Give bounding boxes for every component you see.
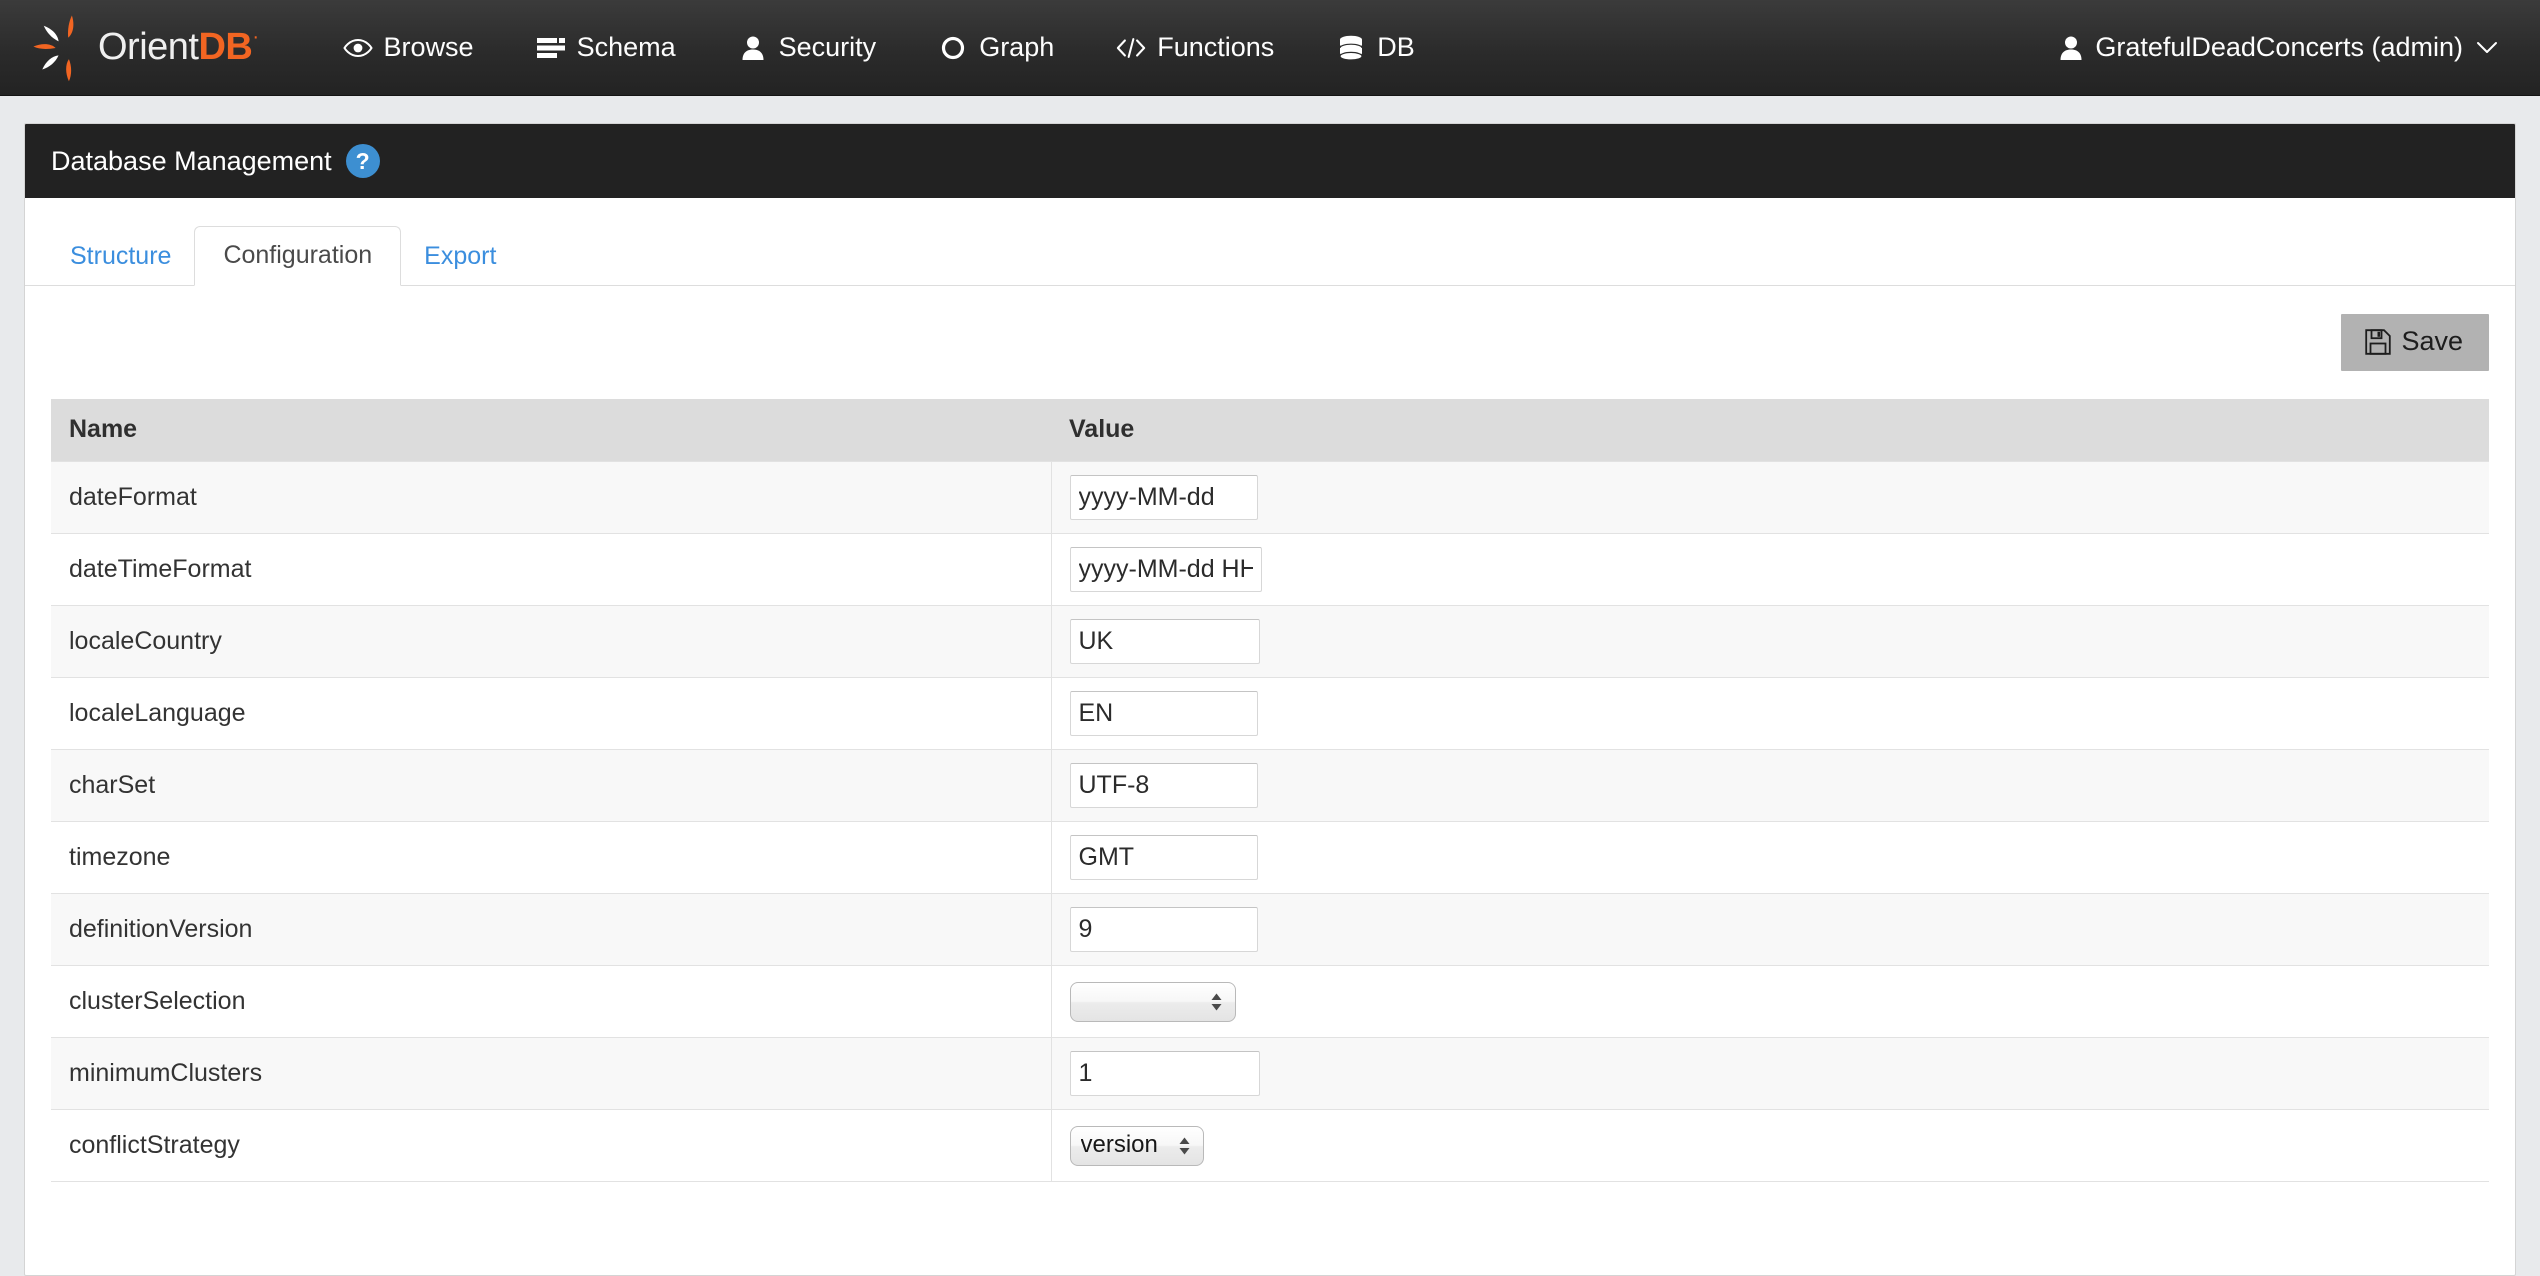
config-select-conflictStrategy[interactable]: version [1069, 1125, 1204, 1166]
table-row: definitionVersion [51, 893, 2489, 966]
nav-item-label: Schema [576, 32, 676, 62]
config-value-cell [1051, 461, 2489, 534]
column-header-name: Name [51, 399, 1051, 462]
config-input-dateTimeFormat[interactable] [1069, 547, 1262, 592]
code-icon [1116, 34, 1146, 62]
chevron-down-icon [2476, 37, 2498, 58]
tab-export[interactable]: Export [401, 227, 519, 286]
table-row: dateFormat [51, 461, 2489, 534]
save-button-label: Save [2401, 326, 2463, 356]
table-row: localeCountry [51, 605, 2489, 678]
config-input-dateFormat[interactable] [1069, 475, 1258, 520]
config-name-cell: localeCountry [51, 605, 1052, 678]
config-input-charSet[interactable] [1069, 763, 1258, 808]
table-header-row: Name Value [51, 399, 2489, 462]
config-name-cell: clusterSelection [51, 965, 1052, 1038]
brand-word-db: DB [198, 26, 253, 68]
config-value-cell [1051, 1037, 2489, 1110]
user-menu[interactable]: GratefulDeadConcerts (admin) [2058, 32, 2502, 63]
database-icon [1336, 34, 1366, 62]
config-value-cell [1051, 821, 2489, 894]
column-header-value: Value [1051, 399, 2489, 462]
config-name-cell: definitionVersion [51, 893, 1052, 966]
card-header: Database Management ? [25, 124, 2515, 198]
table-head: Name Value [51, 399, 2489, 462]
nav-item-label: Security [778, 32, 877, 62]
save-button[interactable]: Save [2341, 314, 2489, 371]
config-name-cell: conflictStrategy [51, 1109, 1052, 1182]
config-name-cell: dateTimeFormat [51, 533, 1052, 606]
tab-structure[interactable]: Structure [47, 227, 194, 286]
config-name-cell: localeLanguage [51, 677, 1052, 750]
config-value-cell [1051, 605, 2489, 678]
brand-word-orient: Orient [98, 26, 199, 68]
config-input-minimumClusters[interactable] [1069, 1051, 1260, 1096]
database-management-card: Database Management ? Structure Configur… [24, 123, 2516, 1276]
config-input-localeLanguage[interactable] [1069, 691, 1258, 736]
config-input-localeCountry[interactable] [1069, 619, 1260, 664]
nav-item-schema[interactable]: Schema [536, 32, 676, 63]
config-value-cell [1051, 533, 2489, 606]
configuration-table: Name Value dateFormatdateTimeFormatlocal… [51, 399, 2489, 1182]
brand-trademark: · [252, 26, 259, 48]
primary-nav: Browse Schema Security Graph Functions D… [342, 32, 1477, 63]
config-name-cell: charSet [51, 749, 1052, 822]
table-body: dateFormatdateTimeFormatlocaleCountryloc… [51, 461, 2489, 1182]
brand-logo-link[interactable]: OrientDB· [26, 0, 259, 96]
config-input-definitionVersion[interactable] [1069, 907, 1258, 952]
brand-wordmark: OrientDB· [98, 26, 259, 69]
table-row: minimumClusters [51, 1037, 2489, 1110]
config-name-cell: dateFormat [51, 461, 1052, 534]
nav-item-label: Functions [1157, 32, 1275, 62]
config-select-clusterSelection[interactable] [1069, 981, 1236, 1022]
eye-icon [342, 34, 373, 62]
tab-configuration[interactable]: Configuration [194, 225, 402, 286]
nav-item-browse[interactable]: Browse [342, 32, 474, 63]
nav-item-graph[interactable]: Graph [938, 32, 1054, 63]
config-name-cell: timezone [51, 821, 1052, 894]
nav-item-security[interactable]: Security [738, 32, 877, 63]
schema-list-icon [536, 34, 566, 62]
nav-item-label: Graph [979, 32, 1055, 62]
nav-item-functions[interactable]: Functions [1116, 32, 1274, 63]
user-icon [2058, 35, 2084, 61]
config-value-cell: version [1051, 1109, 2489, 1182]
table-row: conflictStrategy version [51, 1109, 2489, 1182]
circle-icon [938, 34, 968, 62]
select-wrapper: version [1069, 1125, 1204, 1166]
config-value-cell [1051, 749, 2489, 822]
select-wrapper [1069, 981, 1236, 1022]
nav-item-label: Browse [383, 32, 474, 62]
table-row: localeLanguage [51, 677, 2489, 750]
table-row: dateTimeFormat [51, 533, 2489, 606]
page-content: Database Management ? Structure Configur… [0, 96, 2540, 1276]
table-row: timezone [51, 821, 2489, 894]
table-row: charSet [51, 749, 2489, 822]
config-value-cell [1051, 893, 2489, 966]
top-navbar: OrientDB· Browse Schema Security Graph F… [0, 0, 2540, 96]
table-row: clusterSelection [51, 965, 2489, 1038]
help-icon[interactable]: ? [345, 144, 380, 178]
configuration-table-wrap: Name Value dateFormatdateTimeFormatlocal… [25, 371, 2515, 1182]
page-title: Database Management [51, 145, 332, 176]
toolbar: Save [25, 286, 2515, 371]
nav-item-label: DB [1377, 32, 1415, 62]
config-value-cell [1051, 965, 2489, 1038]
user-menu-label: GratefulDeadConcerts (admin) [2095, 32, 2463, 62]
user-icon [738, 34, 768, 62]
config-input-timezone[interactable] [1069, 835, 1258, 880]
config-value-cell [1051, 677, 2489, 750]
orientdb-logo-icon [26, 11, 100, 85]
floppy-save-icon [2365, 328, 2392, 355]
config-name-cell: minimumClusters [51, 1037, 1052, 1110]
nav-item-db[interactable]: DB [1336, 32, 1415, 63]
tab-bar: Structure Configuration Export [25, 198, 2515, 286]
